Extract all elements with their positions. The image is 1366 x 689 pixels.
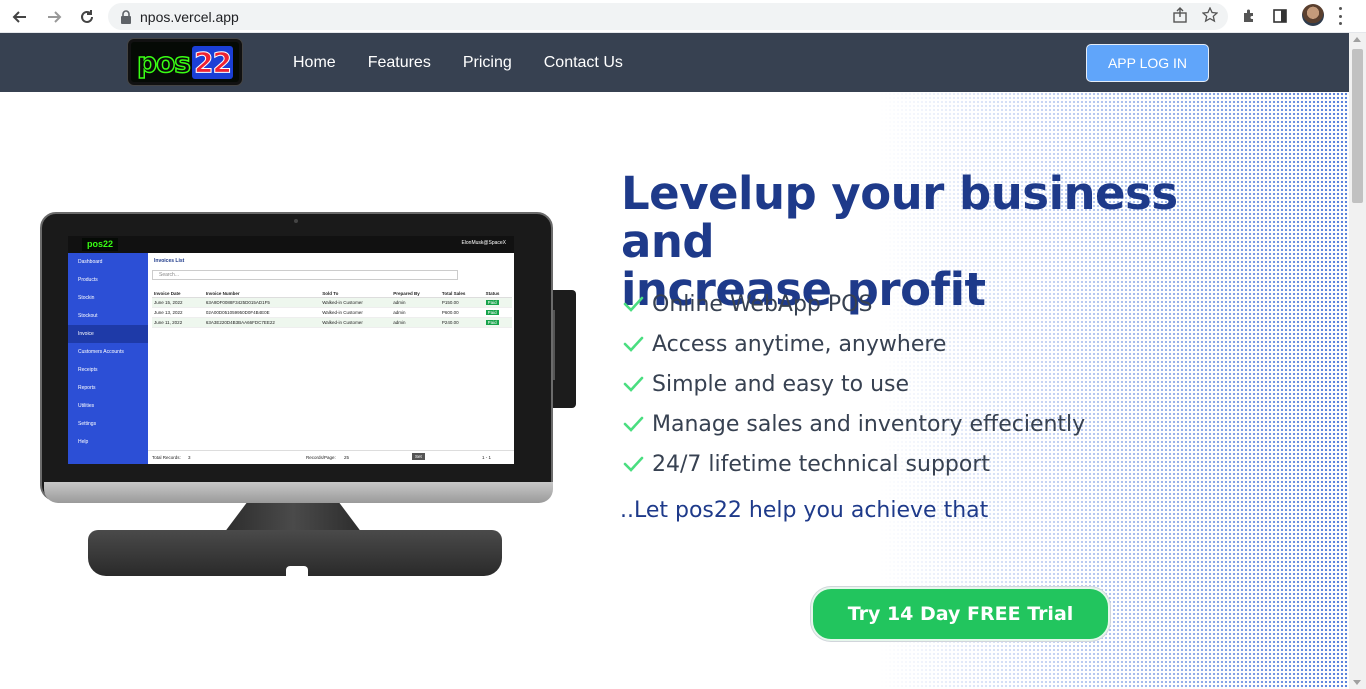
checkmark-icon xyxy=(623,456,644,472)
browser-menu-icon[interactable] xyxy=(1338,7,1342,25)
app-login-button[interactable]: APP LOG IN xyxy=(1086,44,1209,82)
screen-sidebar: Dashboard Products Stockin Stockout Invo… xyxy=(68,253,148,464)
nav-home-link[interactable]: Home xyxy=(293,54,336,72)
screen-footer: Total Records: 3 Records/Page: 25 Set 1 … xyxy=(148,450,514,464)
brand-logo[interactable]: pos 22 xyxy=(128,39,242,85)
checkmark-icon xyxy=(623,416,644,432)
screen-invoice-table: Invoice Date Invoice Number Sold To Prep… xyxy=(152,290,512,328)
hero-section: pos22 ElonMusk@SpaceX Dashboard Products… xyxy=(0,92,1349,689)
checkmark-icon xyxy=(623,336,644,352)
forward-arrow-icon[interactable] xyxy=(42,5,66,29)
feature-list: Online WebApp POS Access anytime, anywhe… xyxy=(622,284,1085,484)
feature-item: Manage sales and inventory effeciently xyxy=(622,404,1085,444)
lock-icon[interactable] xyxy=(118,9,134,25)
main-nav: Home Features Pricing Contact Us xyxy=(293,54,623,72)
feature-item: Access anytime, anywhere xyxy=(622,324,1085,364)
url-text: npos.vercel.app xyxy=(140,8,239,25)
feature-item: Online WebApp POS xyxy=(622,284,1085,324)
feature-item: 24/7 lifetime technical support xyxy=(622,444,1085,484)
screen-main: Invoices List Search... Invoice Date Inv… xyxy=(148,253,514,464)
back-arrow-icon[interactable] xyxy=(8,5,32,29)
site-header: pos 22 Home Features Pricing Contact Us A… xyxy=(0,33,1349,92)
extensions-icon[interactable] xyxy=(1238,5,1260,27)
address-bar[interactable]: npos.vercel.app xyxy=(108,3,1228,30)
page-scrollbar[interactable] xyxy=(1349,33,1366,689)
nav-contact-link[interactable]: Contact Us xyxy=(544,54,623,72)
profile-avatar[interactable] xyxy=(1302,4,1324,26)
share-icon[interactable] xyxy=(1172,7,1188,28)
scroll-thumb[interactable] xyxy=(1352,49,1363,203)
free-trial-button[interactable]: Try 14 Day FREE Trial xyxy=(811,587,1110,641)
checkmark-icon xyxy=(623,376,644,392)
scroll-up-arrow-icon[interactable] xyxy=(1353,37,1361,42)
stand-base xyxy=(88,530,502,576)
scroll-down-arrow-icon[interactable] xyxy=(1353,680,1361,685)
screen-user: ElonMusk@SpaceX xyxy=(461,240,506,246)
terminal-bezel: pos22 ElonMusk@SpaceX Dashboard Products… xyxy=(40,212,553,503)
browser-toolbar: npos.vercel.app xyxy=(0,0,1366,33)
nav-pricing-link[interactable]: Pricing xyxy=(463,54,512,72)
nav-features-link[interactable]: Features xyxy=(368,54,431,72)
feature-item: Simple and easy to use xyxy=(622,364,1085,404)
reload-icon[interactable] xyxy=(75,5,99,29)
screen-logo: pos22 xyxy=(82,238,118,251)
hero-tagline: ..Let pos22 help you achieve that xyxy=(620,498,989,523)
star-icon[interactable] xyxy=(1201,6,1219,28)
pos-terminal-image: pos22 ElonMusk@SpaceX Dashboard Products… xyxy=(40,212,576,582)
terminal-screen: pos22 ElonMusk@SpaceX Dashboard Products… xyxy=(68,236,514,464)
checkmark-icon xyxy=(623,296,644,312)
side-panel-icon[interactable] xyxy=(1269,5,1291,27)
